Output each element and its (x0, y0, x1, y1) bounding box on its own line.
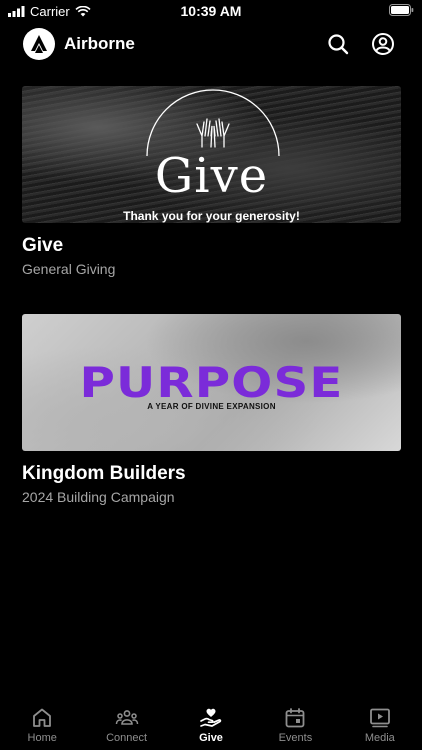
app-header: Airborne (0, 24, 422, 64)
tab-bar: Home Connect Give Events Media (0, 700, 422, 750)
tab-label: Give (199, 732, 223, 744)
battery-icon (389, 4, 414, 19)
tab-media[interactable]: Media (338, 700, 422, 750)
profile-icon (372, 33, 394, 55)
card-title: Kingdom Builders (22, 463, 186, 484)
kingdom-builders-card[interactable]: PURPOSE A YEAR OF DIVINE EXPANSION Kingd… (22, 314, 401, 506)
card-subtitle: 2024 Building Campaign (22, 489, 175, 505)
airborne-logo-icon (31, 35, 47, 53)
search-button[interactable] (326, 32, 350, 56)
profile-button[interactable] (371, 32, 395, 56)
tab-label: Media (364, 732, 395, 744)
card-title: Give (22, 235, 64, 256)
banner-tagline: A YEAR OF DIVINE EXPANSION (147, 402, 276, 411)
app-title: Airborne (64, 34, 135, 53)
tab-give[interactable]: Give (169, 700, 253, 750)
tab-events[interactable]: Events (253, 700, 337, 750)
give-banner-image: Give Thank you for your generosity! (22, 86, 401, 223)
banner-purpose-word: PURPOSE (79, 358, 344, 407)
people-icon (115, 710, 138, 725)
banner-tagline: Thank you for your generosity! (123, 209, 300, 223)
calendar-icon (286, 708, 305, 728)
purpose-banner-image: PURPOSE A YEAR OF DIVINE EXPANSION (22, 314, 401, 451)
play-icon (369, 708, 390, 728)
tab-label: Home (27, 732, 57, 744)
search-icon (328, 34, 349, 55)
app-logo[interactable] (23, 28, 55, 60)
tab-label: Events (278, 732, 313, 744)
status-bar: Carrier 10:39 AM (0, 0, 422, 22)
give-card[interactable]: Give Thank you for your generosity! Give… (22, 86, 401, 278)
give-icon (200, 708, 222, 727)
banner-give-word: Give (154, 148, 269, 204)
card-subtitle: General Giving (22, 261, 116, 277)
tab-home[interactable]: Home (0, 700, 84, 750)
raised-hands-icon (196, 118, 230, 148)
tab-label: Connect (106, 732, 148, 744)
tab-connect[interactable]: Connect (84, 700, 168, 750)
home-icon (33, 708, 52, 727)
status-time: 10:39 AM (180, 3, 242, 19)
